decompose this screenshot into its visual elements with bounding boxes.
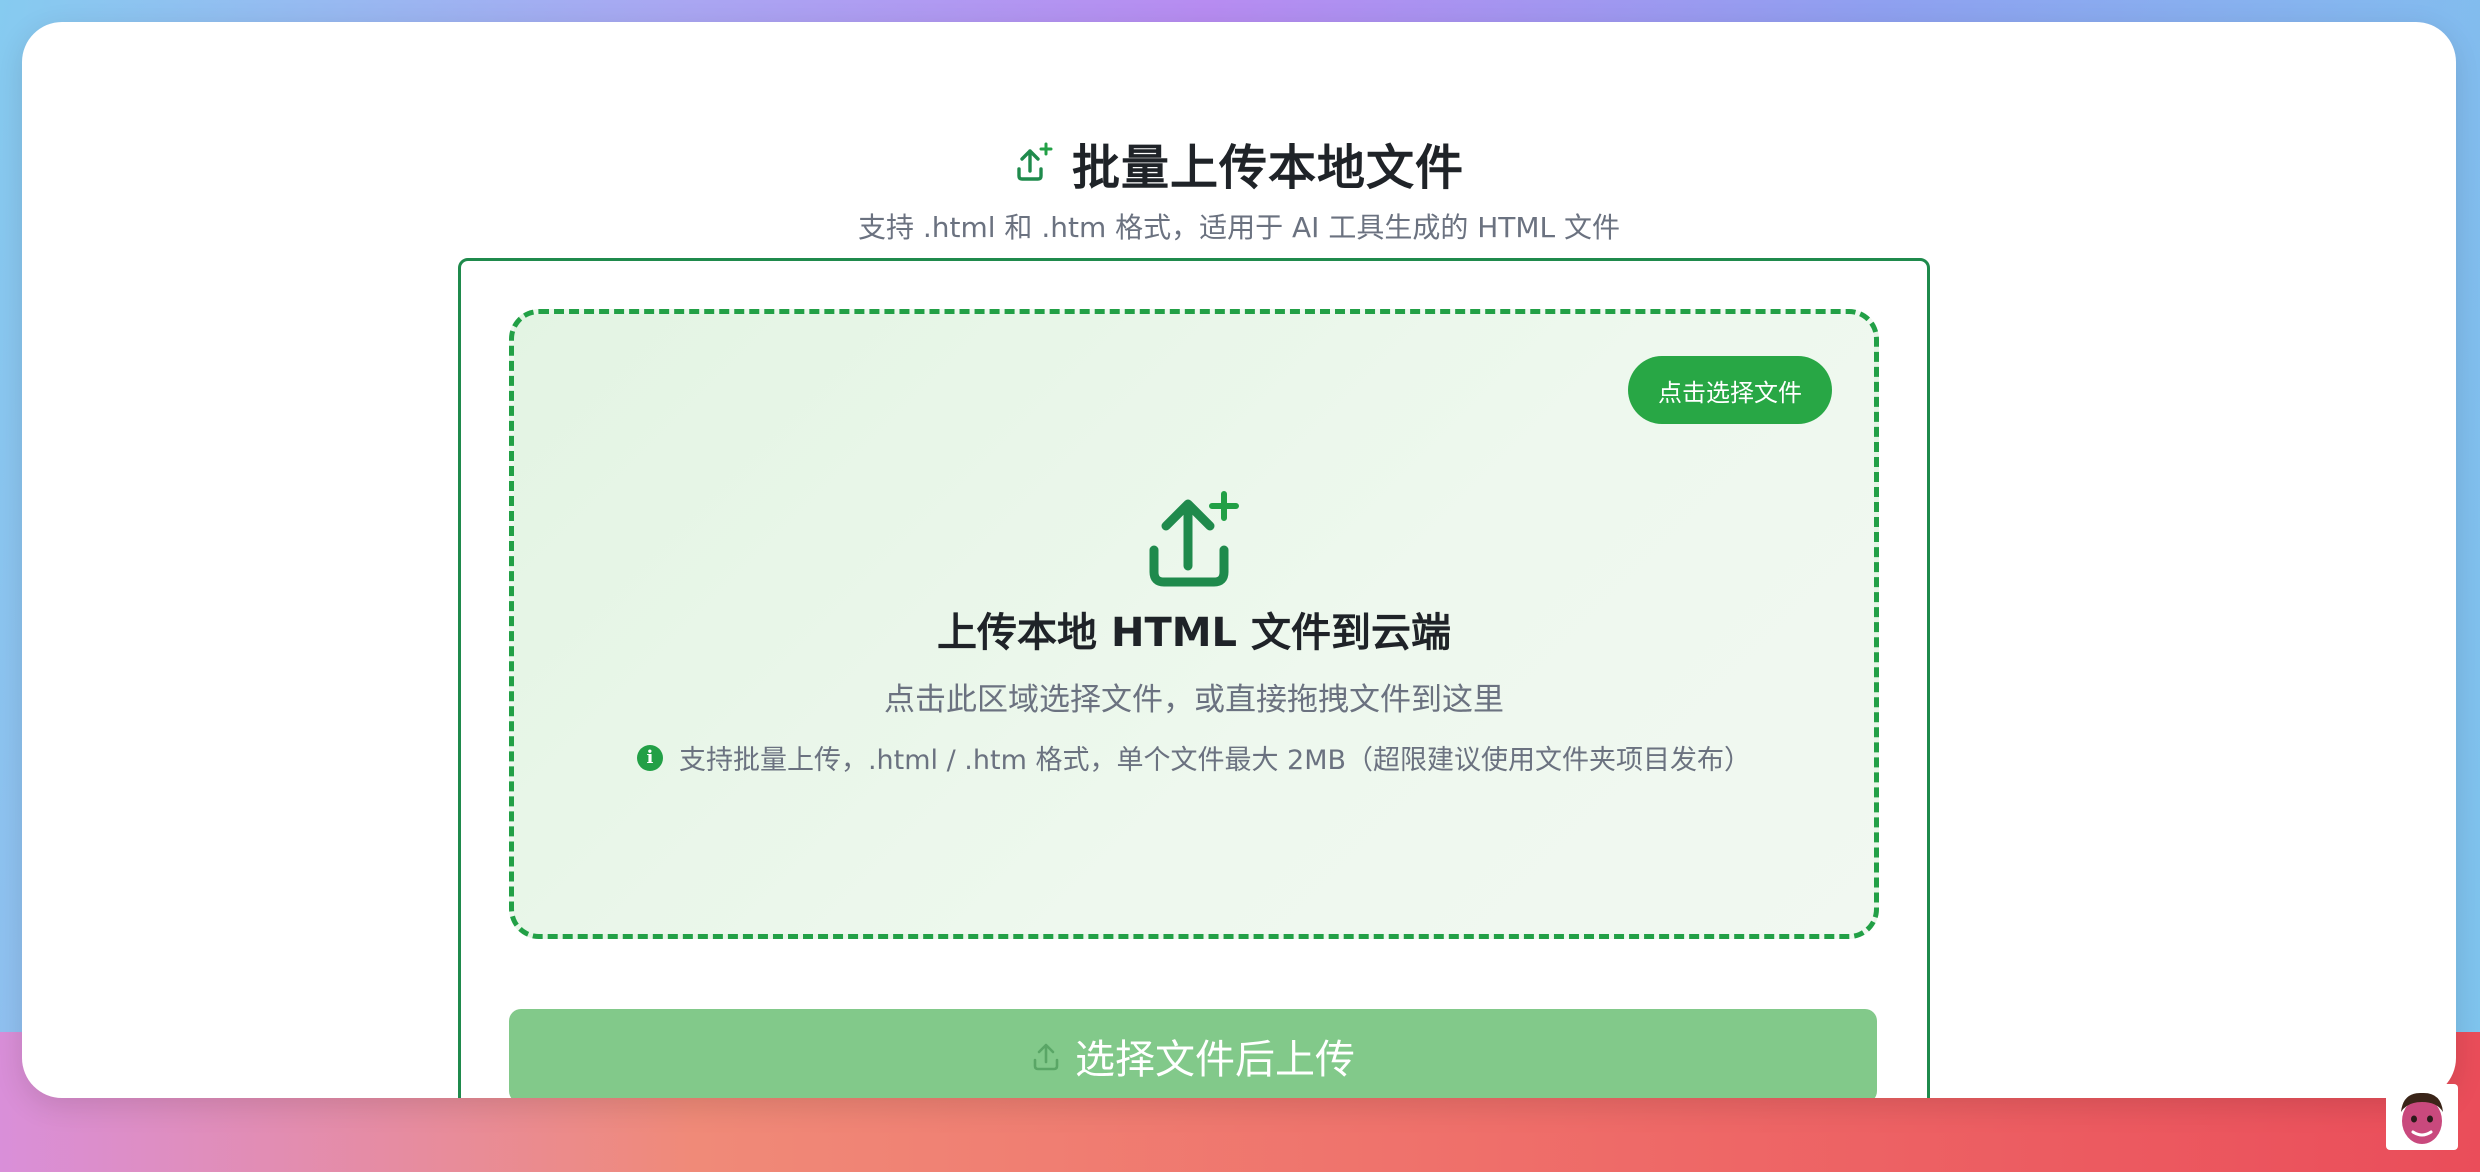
dropzone-note-text: 支持批量上传，.html / .htm 格式，单个文件最大 2MB（超限建议使用… (678, 745, 1752, 776)
dropzone-title: 上传本地 HTML 文件到云端 (937, 610, 1451, 656)
upload-page-window: 批量上传本地文件 支持 .html 和 .htm 格式，适用于 AI 工具生成的… (22, 22, 2456, 1098)
page-title: 批量上传本地文件 (1071, 140, 1464, 196)
upload-button[interactable]: 选择文件后上传 (509, 1009, 1877, 1098)
upload-plus-icon (1017, 142, 1053, 181)
page-header: 批量上传本地文件 支持 .html 和 .htm 格式，适用于 AI 工具生成的… (22, 126, 2456, 246)
info-icon: i (636, 744, 663, 771)
dropzone-description: 点击此区域选择文件，或直接拖拽文件到这里 (884, 682, 1504, 718)
dropzone-note: i 支持批量上传，.html / .htm 格式，单个文件最大 2MB（超限建议… (514, 738, 1874, 777)
upload-icon (1033, 1043, 1059, 1071)
page-subtitle: 支持 .html 和 .htm 格式，适用于 AI 工具生成的 HTML 文件 (857, 211, 1621, 244)
title-row: 批量上传本地文件 (22, 126, 2456, 200)
choose-file-button[interactable]: 点击选择文件 (1628, 356, 1832, 424)
upload-card: 点击选择文件 上传本地 HTML 文件到云端 点击此区域选择文件，或直接拖拽文件… (458, 258, 1930, 1098)
upload-button-label: 选择文件后上传 (1075, 1037, 1355, 1083)
file-dropzone[interactable]: 点击选择文件 上传本地 HTML 文件到云端 点击此区域选择文件，或直接拖拽文件… (509, 309, 1879, 939)
upload-plus-icon (1149, 491, 1239, 587)
avatar-face-icon (2401, 1092, 2443, 1144)
memoji-avatar (2386, 1084, 2458, 1150)
